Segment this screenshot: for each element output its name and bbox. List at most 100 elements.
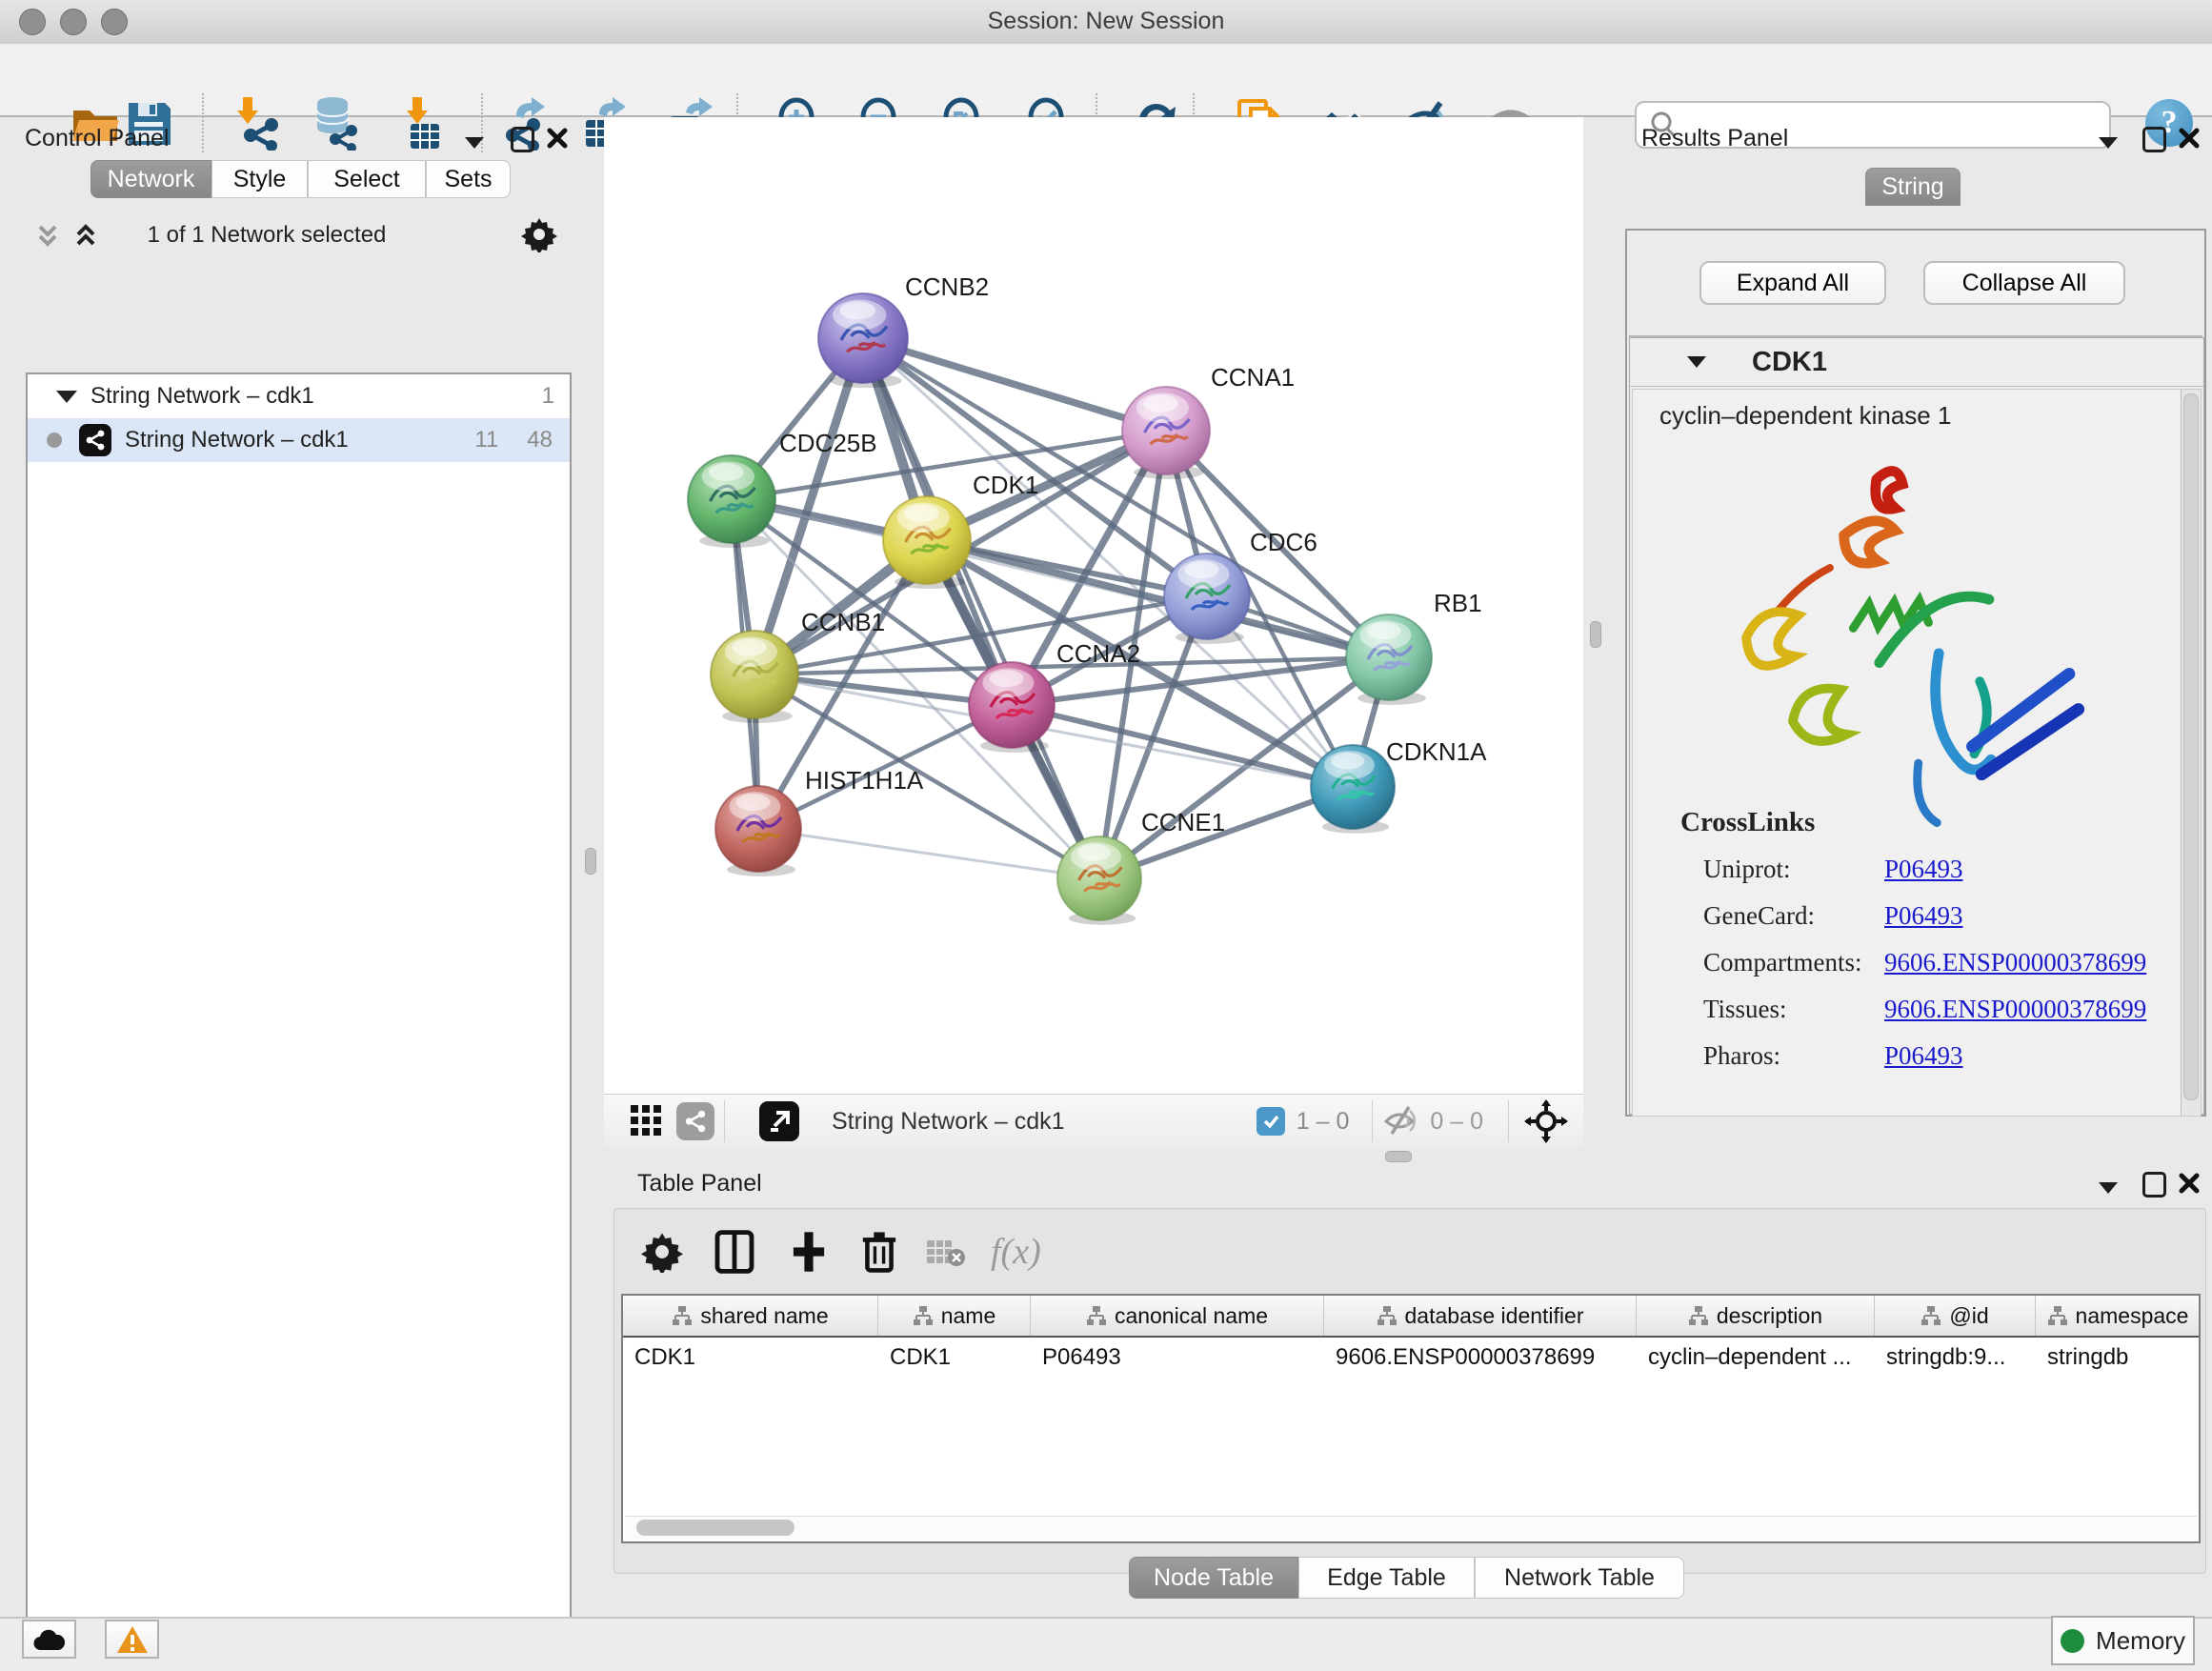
node-label: CDK1 xyxy=(973,471,1038,499)
crosslink-row: Tissues:9606.ENSP00000378699 xyxy=(1703,995,2151,1041)
network-collection-row[interactable]: String Network – cdk1 1 xyxy=(28,374,570,418)
network-node-CDC6[interactable] xyxy=(1164,554,1250,644)
results-panel-menu-button[interactable] xyxy=(2099,131,2123,155)
tab-select[interactable]: Select xyxy=(308,160,426,198)
crosslink-row: Pharos:P06493 xyxy=(1703,1041,2151,1088)
results-scrollbar-thumb[interactable] xyxy=(2183,393,2199,1100)
results-panel-float-button[interactable] xyxy=(2142,127,2167,151)
function-builder-button[interactable]: f(x) xyxy=(991,1231,1041,1273)
detach-view-button[interactable] xyxy=(759,1101,799,1141)
birds-eye-view-button[interactable] xyxy=(629,1103,663,1140)
window-title: Session: New Session xyxy=(0,8,2212,35)
table-cell: CDK1 xyxy=(878,1338,1031,1379)
column-header-description[interactable]: description xyxy=(1637,1296,1875,1336)
toolbar-separator xyxy=(1508,1100,1509,1142)
pan-crosshair-icon[interactable] xyxy=(1524,1099,1568,1143)
column-fork-icon xyxy=(913,1305,934,1326)
control-panel-close-button[interactable] xyxy=(545,127,570,151)
network-canvas[interactable]: CCNB2CCNA1CDC25BCDK1CDC6RB1CCNB1CCNA2CDK… xyxy=(604,117,1583,1094)
table-horizontal-scrollbar[interactable] xyxy=(625,1516,2197,1540)
results-scrollbar[interactable] xyxy=(2181,390,2201,1116)
table-row[interactable]: CDK1CDK1P064939606.ENSP00000378699cyclin… xyxy=(623,1338,2199,1379)
table-scrollbar-thumb[interactable] xyxy=(636,1520,794,1536)
table-cell: stringdb:9... xyxy=(1875,1338,2036,1379)
gear-icon xyxy=(641,1231,683,1273)
network-graph[interactable]: CCNB2CCNA1CDC25BCDK1CDC6RB1CCNB1CCNA2CDK… xyxy=(604,117,1583,1094)
table-options-gear-button[interactable] xyxy=(636,1227,688,1278)
network-node-CCNA2[interactable] xyxy=(969,662,1055,753)
memory-button[interactable]: Memory xyxy=(2051,1616,2195,1665)
network-node-CCNE1[interactable] xyxy=(1057,836,1141,925)
hidden-eye-slash-icon[interactable] xyxy=(1382,1105,1420,1137)
table-cell: cyclin–dependent ... xyxy=(1637,1338,1875,1379)
table-panel-float-button[interactable] xyxy=(2142,1172,2167,1197)
network-node-CCNB1[interactable] xyxy=(711,631,798,723)
section-expander-icon[interactable] xyxy=(1687,356,1706,368)
column-header-canonical-name[interactable]: canonical name xyxy=(1031,1296,1324,1336)
warnings-button[interactable] xyxy=(105,1620,159,1659)
network-node-HIST1H1A[interactable] xyxy=(715,786,801,876)
control-panel-float-button[interactable] xyxy=(511,127,535,151)
column-header--id[interactable]: @id xyxy=(1875,1296,2036,1336)
network-status-dot xyxy=(47,433,62,448)
crosslink-value-link[interactable]: P06493 xyxy=(1884,1041,1963,1088)
collapse-all-button[interactable]: Collapse All xyxy=(1923,261,2125,305)
column-header-database-identifier[interactable]: database identifier xyxy=(1324,1296,1637,1336)
tab-network[interactable]: Network xyxy=(90,160,211,198)
results-panel-close-button[interactable] xyxy=(2177,127,2202,151)
control-panel-menu-button[interactable] xyxy=(465,131,490,155)
delete-table-button[interactable] xyxy=(920,1227,972,1278)
column-header-name[interactable]: name xyxy=(878,1296,1031,1336)
right-splitter-handle[interactable] xyxy=(1590,621,1601,648)
gene-section: CDK1 cyclin–dependent kinase 1 xyxy=(1629,337,2204,1115)
table-tabs: Node TableEdge TableNetwork Table xyxy=(1129,1557,1684,1599)
network-edge-count: 48 xyxy=(527,427,553,453)
network-options-gear-button[interactable] xyxy=(520,216,558,254)
selected-checkbox-icon[interactable] xyxy=(1257,1107,1285,1136)
gene-section-header[interactable]: CDK1 xyxy=(1630,338,2203,387)
selected-count: 1 – 0 xyxy=(1297,1108,1350,1136)
bottom-splitter-handle[interactable] xyxy=(1385,1151,1412,1162)
node-table: shared namenamecanonical namedatabase id… xyxy=(621,1294,2201,1543)
grid-icon xyxy=(629,1103,663,1137)
crosslink-value-link[interactable]: 9606.ENSP00000378699 xyxy=(1884,948,2146,995)
table-panel-title: Table Panel xyxy=(637,1170,762,1198)
network-row-selected[interactable]: String Network – cdk1 11 48 xyxy=(28,418,570,462)
node-label: CDC25B xyxy=(779,429,877,457)
expand-all-button[interactable]: Expand All xyxy=(1699,261,1886,305)
network-node-CDC25B[interactable] xyxy=(688,455,775,548)
results-tab-string[interactable]: String xyxy=(1865,168,1961,206)
column-header-namespace[interactable]: namespace xyxy=(2036,1296,2201,1336)
control-panel-tabs: NetworkStyleSelectSets xyxy=(90,160,511,198)
show-column-button[interactable] xyxy=(709,1227,760,1278)
network-share-button[interactable] xyxy=(676,1102,714,1140)
crosslink-label: Pharos: xyxy=(1703,1041,1884,1088)
column-header-shared-name[interactable]: shared name xyxy=(623,1296,878,1336)
crosslink-value-link[interactable]: 9606.ENSP00000378699 xyxy=(1884,995,2146,1041)
crosslink-value-link[interactable]: P06493 xyxy=(1884,901,1963,948)
tab-sets[interactable]: Sets xyxy=(426,160,511,198)
cloud-status-button[interactable] xyxy=(22,1620,76,1659)
crosslink-label: Uniprot: xyxy=(1703,855,1884,901)
gene-description: cyclin–dependent kinase 1 xyxy=(1659,401,1951,431)
network-node-CDKN1A[interactable] xyxy=(1311,745,1395,834)
left-splitter-handle[interactable] xyxy=(585,848,596,875)
column-fork-icon xyxy=(1688,1305,1709,1326)
table-panel-close-button[interactable] xyxy=(2177,1172,2202,1197)
crosslinks-heading: CrossLinks xyxy=(1680,807,1815,838)
node-label: CCNB1 xyxy=(801,608,885,636)
column-fork-icon xyxy=(1086,1305,1107,1326)
memory-status-dot xyxy=(2061,1629,2084,1653)
results-panel-content: Expand All Collapse All CDK1 cyclin–depe… xyxy=(1625,229,2206,1117)
crosslink-value-link[interactable]: P06493 xyxy=(1884,855,1963,901)
table-panel-menu-button[interactable] xyxy=(2099,1176,2123,1200)
tree-expander-icon[interactable] xyxy=(56,391,77,403)
network-node-RB1[interactable] xyxy=(1346,614,1432,705)
tab-style[interactable]: Style xyxy=(211,160,308,198)
create-column-button[interactable] xyxy=(783,1227,835,1278)
tab-network-table[interactable]: Network Table xyxy=(1475,1557,1684,1599)
tab-node-table[interactable]: Node Table xyxy=(1129,1557,1298,1599)
delete-column-button[interactable] xyxy=(854,1227,905,1278)
tab-edge-table[interactable]: Edge Table xyxy=(1298,1557,1475,1599)
gear-icon xyxy=(521,216,557,252)
